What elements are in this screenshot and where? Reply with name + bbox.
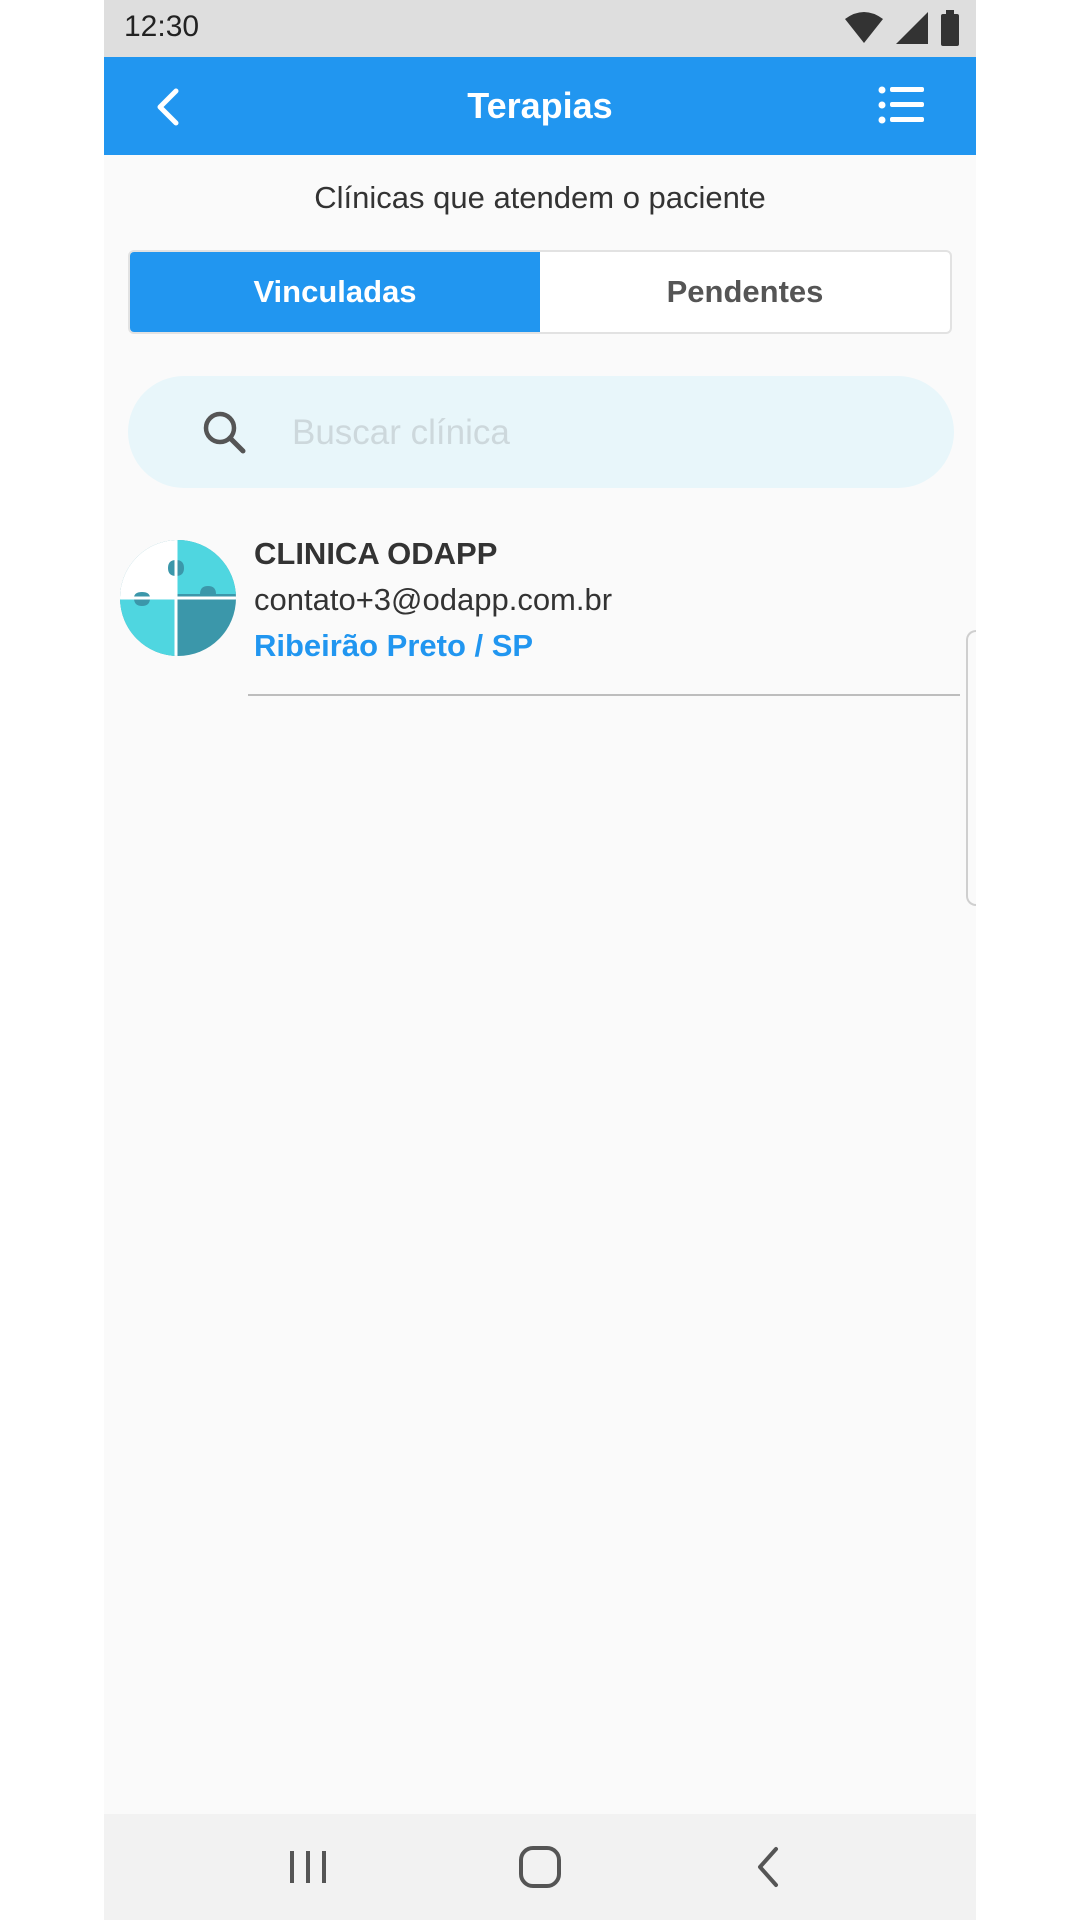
tab-vinculadas[interactable]: Vinculadas xyxy=(130,252,540,332)
battery-icon xyxy=(941,10,959,46)
back-icon[interactable] xyxy=(744,1841,796,1893)
signal-icon xyxy=(896,12,928,44)
phone-screen: 12:30 Terapias Clínicas que atendem o pa… xyxy=(104,0,976,1920)
clinic-city: Ribeirão Preto / SP xyxy=(254,628,534,663)
search-input[interactable] xyxy=(290,402,894,464)
list-divider xyxy=(248,694,960,696)
wifi-icon xyxy=(845,12,883,43)
list-item[interactable]: CLINICA ODAPP contato+3@odapp.com.br Rib… xyxy=(104,530,976,696)
list-menu-icon[interactable] xyxy=(878,85,926,125)
page-title: Terapias xyxy=(467,85,613,126)
edge-panel-handle[interactable] xyxy=(966,630,976,906)
status-time: 12:30 xyxy=(124,10,200,43)
status-bar: 12:30 xyxy=(104,0,976,57)
puzzle-icon xyxy=(120,540,236,656)
status-icons xyxy=(844,10,960,46)
clinic-name: CLINICA ODAPP xyxy=(254,536,498,571)
app-bar: Terapias xyxy=(104,57,976,155)
search-icon xyxy=(203,411,246,454)
tab-bar: Vinculadas Pendentes xyxy=(128,250,952,334)
tab-pendentes[interactable]: Pendentes xyxy=(540,252,950,332)
recent-apps-icon[interactable] xyxy=(282,1841,334,1893)
clinic-email: contato+3@odapp.com.br xyxy=(254,582,613,617)
section-subtitle: Clínicas que atendem o paciente xyxy=(314,180,766,215)
home-icon[interactable] xyxy=(514,1841,566,1893)
navigation-bar xyxy=(104,1814,976,1920)
search-bar xyxy=(128,376,954,488)
